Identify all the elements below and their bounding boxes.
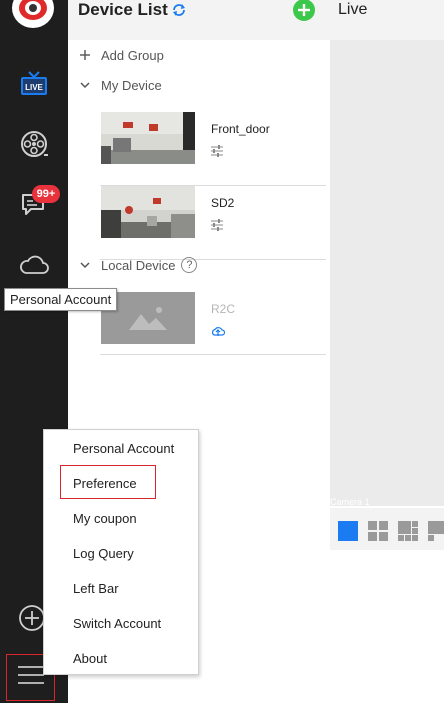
add-group-label: Add Group [101,47,164,63]
menu-item-switch-account[interactable]: Switch Account [73,614,161,634]
device-thumbnail [101,186,195,238]
chevron-down-icon [78,78,92,92]
menu-item-personal-account[interactable]: Personal Account [73,439,174,459]
film-reel-icon[interactable] [14,126,54,162]
live-header: Live [328,0,444,40]
layout-quad-icon[interactable] [368,521,388,541]
hamburger-menu-icon [17,664,45,691]
add-device-button[interactable] [292,0,316,22]
settings-sliders-icon[interactable] [211,218,223,231]
menu-item-my-coupon[interactable]: My coupon [73,509,137,529]
local-device-group[interactable]: Local Device ? [68,253,198,277]
svg-text:LIVE: LIVE [25,83,43,92]
menu-item-left-bar[interactable]: Left Bar [73,579,119,599]
live-icon[interactable]: LIVE [14,66,54,102]
cloud-icon[interactable] [14,246,54,282]
layout-toolbar [330,508,444,550]
local-device-label: Local Device [101,257,176,273]
menu-item-about[interactable]: About [73,649,107,669]
add-group-row[interactable]: Add Group [68,43,164,67]
camera-label: Camera 1 [330,497,370,507]
device-list-title: Device List [78,0,168,19]
plus-icon [78,48,92,62]
live-title: Live [338,1,368,18]
menu-item-log-query[interactable]: Log Query [73,544,134,564]
my-device-label: My Device [101,77,162,93]
device-thumbnail [101,112,195,164]
device-item[interactable]: Front_door [100,112,326,186]
device-item[interactable]: SD2 [100,186,326,260]
menu-item-preference[interactable]: Preference [73,474,137,494]
device-name: SD2 [211,196,235,210]
tooltip: Personal Account [4,288,118,311]
device-name: Front_door [211,122,270,136]
live-video-area[interactable] [330,40,444,506]
logo-icon [11,0,55,30]
device-list-header: Device List [68,0,328,40]
help-icon[interactable]: ? [181,257,198,273]
cloud-upload-icon[interactable] [211,324,226,336]
chevron-down-icon [78,258,92,272]
device-item[interactable]: R2C [100,292,326,355]
settings-sliders-icon[interactable] [211,144,223,157]
main-menu-popup: Personal Account Preference My coupon Lo… [43,429,199,675]
layout-single-icon[interactable] [338,521,358,541]
device-name: R2C [211,302,236,316]
layout-eight-icon[interactable] [428,521,444,541]
layout-six-icon[interactable] [398,521,418,541]
refresh-icon[interactable] [171,2,187,18]
notification-badge: 99+ [32,185,60,203]
my-device-group[interactable]: My Device [68,73,162,97]
